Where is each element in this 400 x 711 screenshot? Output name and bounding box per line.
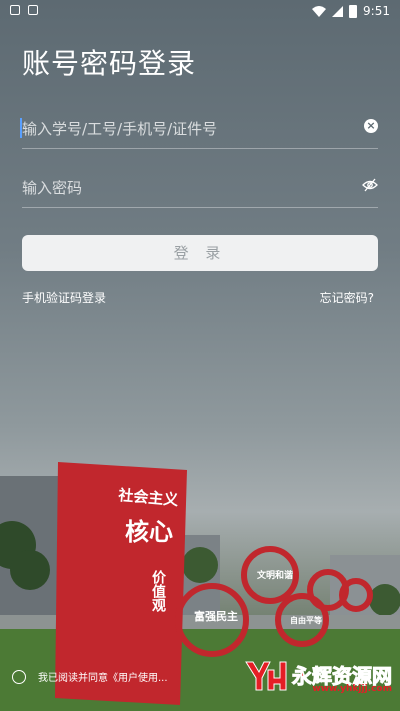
battery-icon (349, 4, 358, 18)
sms-login-link[interactable]: 手机验证码登录 (22, 289, 106, 306)
clear-icon[interactable]: × (364, 119, 378, 133)
poster-line3: 价值观 (150, 570, 166, 613)
login-button[interactable]: 登 录 (22, 235, 378, 271)
agreement-text[interactable]: 我已阅读并同意《用户使用... (38, 669, 168, 684)
signal-icon (332, 5, 344, 17)
status-time: 9:51 (363, 4, 390, 18)
account-field[interactable]: 输入学号/工号/手机号/证件号 × (20, 110, 378, 149)
circle-sign-2-text: 文明和谐 (256, 569, 293, 581)
circle-sign-3-text: 自由平等 (290, 615, 322, 625)
watermark-logo-icon (245, 661, 287, 691)
download-notification-icon (28, 5, 38, 15)
watermark: 永辉资源网 www.yhkjjj.com (244, 656, 393, 694)
page-title: 账号密码登录 (22, 47, 197, 80)
password-placeholder: 输入密码 (22, 179, 83, 197)
wifi-icon (312, 5, 327, 17)
eye-off-icon[interactable] (362, 178, 378, 192)
status-bar: 9:51 (0, 0, 400, 24)
app-notification-icon (10, 5, 20, 15)
agreement-row: 我已阅读并同意《用户使用... (12, 669, 168, 684)
watermark-url: www.yhkjjj.com (312, 684, 392, 694)
poster-line2: 核心 (125, 518, 173, 546)
forgot-password-link[interactable]: 忘记密码? (320, 289, 374, 306)
account-placeholder: 输入学号/工号/手机号/证件号 (22, 120, 218, 138)
agreement-radio[interactable] (12, 669, 26, 684)
password-field[interactable]: 输入密码 (22, 169, 378, 208)
circle-sign-1-text: 富强民主 (194, 609, 238, 623)
